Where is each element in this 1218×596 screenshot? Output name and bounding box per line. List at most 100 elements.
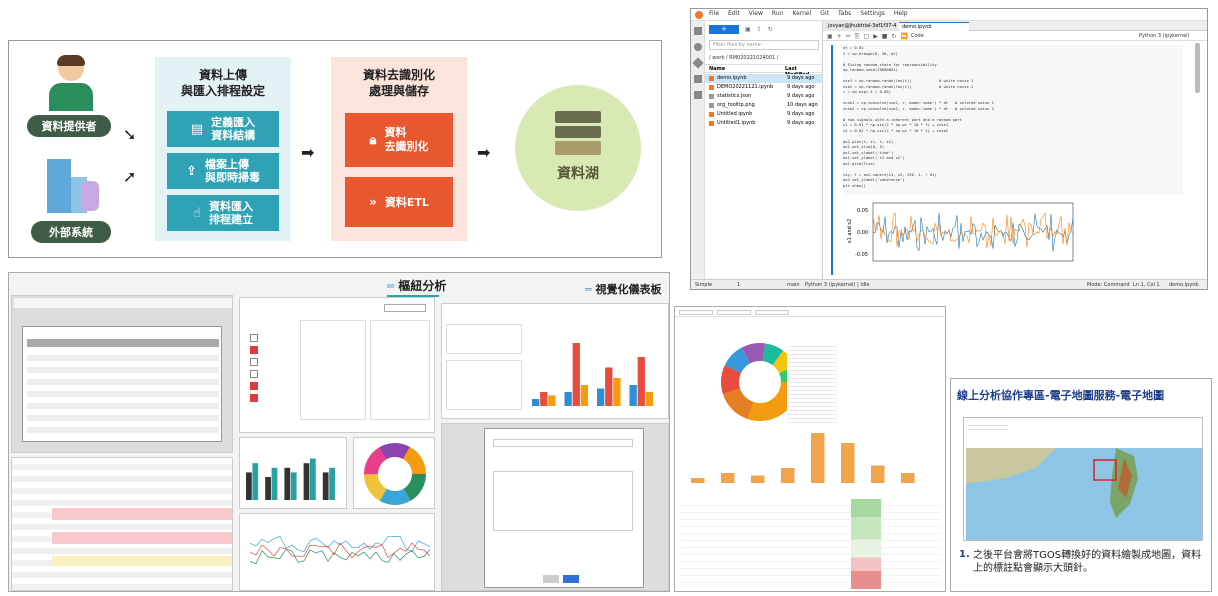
drop-zone[interactable] [300,320,366,420]
checkbox-checked[interactable] [250,394,258,402]
deidentify-item: 🔒︎ 資料 去識別化 [345,113,453,167]
import-schedule-item: ☝ 資料匯入 排程建立 [167,195,279,231]
person-icon [49,55,93,111]
grouped-bar-chart [246,458,335,500]
electronic-map[interactable] [966,448,1202,540]
plot-tick: 0.00 [857,230,868,236]
highlight-row [52,508,232,520]
pivot-analysis-title: ═ 樞紐分析 [387,279,447,293]
scrollbar[interactable] [1195,43,1200,93]
toolbar-icons[interactable]: ▣⇪↻ [745,26,779,33]
menu-settings[interactable]: Settings [860,10,885,17]
file-row[interactable]: statistics.json 9 days ago [705,92,823,101]
modal-rows [27,349,219,439]
git-branch[interactable]: main [787,282,800,288]
bar [310,458,316,500]
running-icon[interactable] [694,43,702,51]
checkbox-checked[interactable] [250,346,258,354]
new-launcher-button[interactable]: + [709,25,739,34]
bar [271,467,278,500]
table-icon: ▤ [190,121,204,137]
file-modified: 9 days ago [787,120,815,126]
highlight-row [52,532,232,544]
modal-dialog [484,428,644,588]
name-column-header[interactable]: Name [709,66,725,72]
pivot-settings-panel [239,297,435,433]
menu-run[interactable]: Run [772,10,784,17]
bar [871,465,885,483]
menu-tabs[interactable]: Tabs [838,10,851,17]
activity-bar [691,21,705,279]
code-cell[interactable]: dt = 0.01 t = np.arange(0, 30, dt) # Fix… [843,45,1183,195]
filter-files-input[interactable]: Filter files by name [709,40,819,50]
data-flow-diagram: 資料提供者 外部系統 ➘ ➚ 資料上傳 與匯入排程設定 ▤ 定義匯入 資料結構 … [8,40,662,258]
select-field[interactable] [493,439,633,447]
highlight-row [52,556,232,566]
file-icon [709,121,714,126]
menu-kernel[interactable]: Kernel [792,10,811,17]
dashboard-title: ═ 視覺化儀表板 [585,283,662,296]
file-row[interactable]: org_tooltip.png 10 days ago [705,101,823,110]
bar [901,473,915,483]
notebook-panel: jovyan@jhubtrial-3ef1f37-4 demo.ipynb ▣+… [823,21,1207,279]
kernel-name[interactable]: Python 3 (ipykernel) [1139,33,1190,39]
bar [322,472,329,500]
menu-view[interactable]: View [749,10,763,17]
bar [751,475,765,483]
toc-icon[interactable] [694,75,702,83]
plot-output: s1 and s2 0.05 0.00 -0.05 [843,199,1183,275]
field-list[interactable] [493,471,633,531]
confirm-button[interactable] [563,575,579,583]
settings-button[interactable] [384,304,426,312]
arrow-right-icon: ➡ [477,143,491,162]
git-icon[interactable] [692,57,704,69]
cancel-button[interactable] [543,575,559,583]
menu-edit[interactable]: Edit [728,10,740,17]
file-icon [709,103,714,108]
tab-demo-notebook[interactable]: demo.ipynb [899,22,969,31]
bar [645,392,654,406]
checkbox[interactable] [250,370,258,378]
file-row[interactable]: Untitled1.ipynb 9 days ago [705,119,823,128]
bar [548,395,556,406]
path-breadcrumb[interactable]: / work / RM020221024001 / [709,55,778,61]
bar [329,467,335,500]
bar [532,399,540,406]
kernel-status[interactable]: Python 3 (ipykernel) | Idle [805,282,870,288]
drop-zone[interactable] [370,320,430,420]
checkbox-checked[interactable] [250,382,258,390]
file-modified: 9 days ago [787,111,815,117]
filter-select[interactable] [755,310,789,315]
tab-terminal[interactable]: jovyan@jhubtrial-3ef1f37-4 [825,22,897,31]
file-row[interactable]: DEMO20221121.ipynb 9 days ago [705,83,823,92]
dashboard-modal-screenshot [441,423,669,591]
menu-git[interactable]: Git [820,10,829,17]
menu-help[interactable]: Help [894,10,908,17]
menu-file[interactable]: File [709,10,719,17]
kpi-card [446,360,522,410]
file-row[interactable]: demo.ipynb 9 days ago [705,74,823,83]
checkbox[interactable] [250,358,258,366]
bar [246,472,252,500]
modal-table [22,326,222,442]
file-row[interactable]: Untitled.ipynb 9 days ago [705,110,823,119]
etl-item: » 資料ETL [345,177,453,227]
line-series [249,535,431,553]
arrow-right-icon: ➡ [301,143,315,162]
extension-icon[interactable] [694,91,702,99]
jupyterlab-window: File Edit View Run Kernel Git Tabs Settings Help… [690,8,1208,290]
folder-icon[interactable] [694,27,702,35]
filter-select[interactable] [717,310,751,315]
bar [637,357,645,406]
plot-tick: -0.05 [855,252,868,258]
filter-select[interactable] [679,310,713,315]
simple-mode-toggle[interactable]: Simple [695,282,712,288]
map-controls[interactable] [968,422,1008,432]
status-count: 1 [737,282,741,288]
notebook-toolbar-icons[interactable]: ▣+✂⎘▢▶■↻⏩ [827,33,912,41]
file-icon [709,112,714,117]
cell-type-select[interactable]: Code [911,33,924,39]
bar [691,478,705,483]
menubar: File Edit View Run Kernel Git Tabs Settings Help [691,9,1207,21]
checkbox[interactable] [250,334,258,342]
